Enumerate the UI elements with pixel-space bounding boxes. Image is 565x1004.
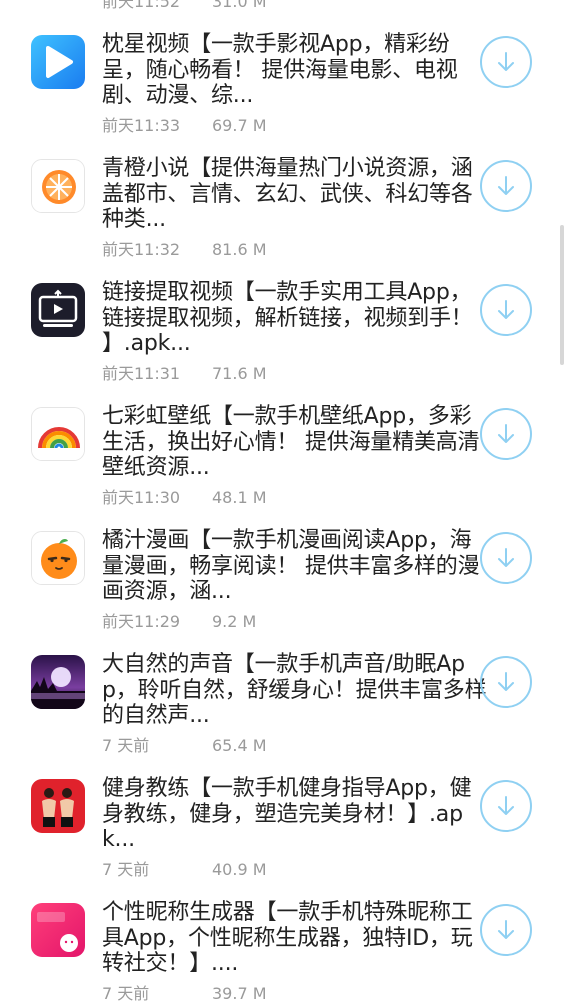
item-title[interactable]: 七彩虹壁纸【一款手机壁纸App，多彩生活，换出好心情！ 提供海量精美高清壁纸资源…: [102, 404, 487, 481]
download-arrow-icon: [498, 424, 514, 443]
download-arrow-icon: [498, 300, 514, 319]
download-button[interactable]: [480, 36, 532, 88]
download-arrow-icon: [498, 920, 514, 939]
list-item[interactable]: 个性昵称生成器【一款手机特殊昵称工具App，个性昵称生成器，独特ID，玩转社交！…: [0, 868, 565, 1003]
download-button[interactable]: [480, 532, 532, 584]
download-button[interactable]: [480, 408, 532, 460]
video-extract-icon[interactable]: [31, 283, 85, 337]
download-arrow-icon: [498, 176, 514, 195]
item-title[interactable]: 枕星视频【一款手影视App，精彩纷呈，随心畅看！ 提供海量电影、电视剧、动漫、综…: [102, 32, 487, 109]
item-title[interactable]: 橘汁漫画【一款手机漫画阅读App，海量漫画，畅享阅读！ 提供丰富多样的漫画资源，…: [102, 528, 487, 605]
download-arrow-icon: [498, 796, 514, 815]
download-arrow-icon: [498, 52, 514, 71]
download-button[interactable]: [480, 656, 532, 708]
item-title[interactable]: 大自然的声音【一款手机声音/助眠App，聆听自然，舒缓身心！提供丰富多样的自然声…: [102, 652, 487, 729]
item-title[interactable]: 个性昵称生成器【一款手机特殊昵称工具App，个性昵称生成器，独特ID，玩转社交！…: [102, 900, 487, 977]
item-size: 39.7 M: [212, 984, 267, 1003]
orange-face-icon[interactable]: [31, 531, 85, 585]
list-item[interactable]: 大自然的声音【一款手机声音/助眠App，聆听自然，舒缓身心！提供丰富多样的自然声…: [0, 620, 565, 755]
item-title[interactable]: 链接提取视频【一款手实用工具App，链接提取视频，解析链接，视频到手！ 】.ap…: [102, 280, 487, 357]
list-item[interactable]: 枕星视频【一款手影视App，精彩纷呈，随心畅看！ 提供海量电影、电视剧、动漫、综…: [0, 0, 565, 135]
download-button[interactable]: [480, 780, 532, 832]
list-item[interactable]: 橘汁漫画【一款手机漫画阅读App，海量漫画，畅享阅读！ 提供丰富多样的漫画资源，…: [0, 496, 565, 631]
list-item[interactable]: 健身教练【一款手机健身指导App，健身教练，健身，塑造完美身材！】.apk...…: [0, 744, 565, 879]
item-title[interactable]: 青橙小说【提供海量热门小说资源，涵盖都市、言情、玄幻、武侠、科幻等各种类...: [102, 156, 487, 233]
play-video-icon[interactable]: [31, 35, 85, 89]
scrollbar[interactable]: [560, 225, 564, 365]
item-time: 7 天前: [102, 984, 150, 1003]
night-moon-icon[interactable]: [31, 655, 85, 709]
list-item[interactable]: 链接提取视频【一款手实用工具App，链接提取视频，解析链接，视频到手！ 】.ap…: [0, 248, 565, 383]
fitness-icon[interactable]: [31, 779, 85, 833]
download-button[interactable]: [480, 904, 532, 956]
download-button[interactable]: [480, 160, 532, 212]
download-arrow-icon: [498, 548, 514, 567]
download-arrow-icon: [498, 672, 514, 691]
download-button[interactable]: [480, 284, 532, 336]
list-item[interactable]: 青橙小说【提供海量热门小说资源，涵盖都市、言情、玄幻、武侠、科幻等各种类... …: [0, 124, 565, 259]
item-title[interactable]: 健身教练【一款手机健身指导App，健身教练，健身，塑造完美身材！】.apk...: [102, 776, 487, 853]
list-item[interactable]: 七彩虹壁纸【一款手机壁纸App，多彩生活，换出好心情！ 提供海量精美高清壁纸资源…: [0, 372, 565, 507]
item-meta: 7 天前 39.7 M: [102, 984, 267, 1004]
app-download-list: 前天11:52 31.0 M 枕星视频【一款手影视App，精彩纷呈，随心畅看！ 提…: [0, 0, 565, 1003]
rainbow-icon[interactable]: [31, 407, 85, 461]
orange-slice-icon[interactable]: [31, 159, 85, 213]
fonts-icon[interactable]: [31, 903, 85, 957]
